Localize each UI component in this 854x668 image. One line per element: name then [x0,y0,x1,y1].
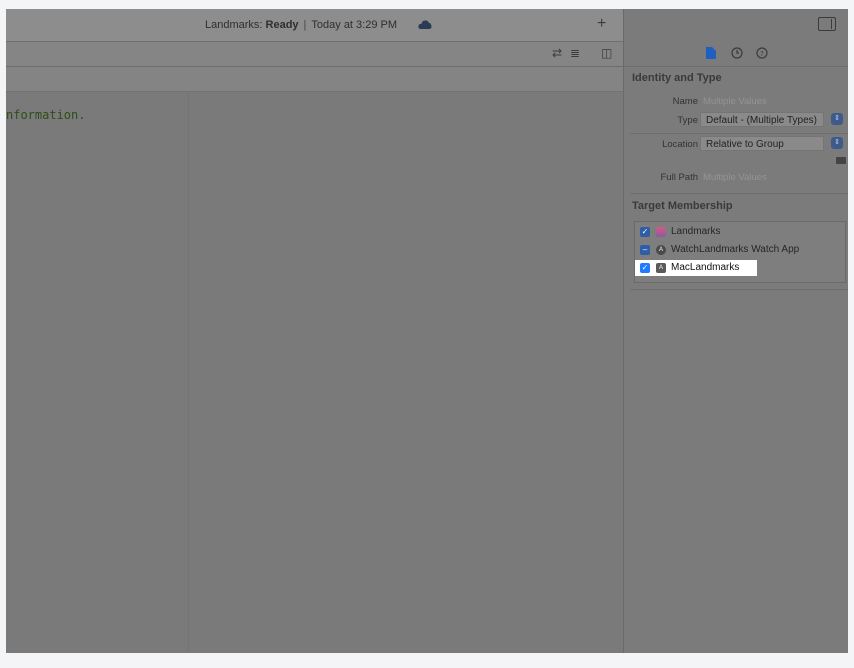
xcode-window: Landmarks: Ready | Today at 3:29 PM + ⇄ ≣ … [6,9,848,653]
status-separator: | [303,19,307,31]
membership-section-title: Target Membership [632,200,733,212]
editor-tab-bar: ⇄ ≣ ◫ [6,42,623,67]
watch-app-icon: A [656,245,666,255]
location-label: Location [662,139,698,150]
type-value: Default - (Multiple Types) [706,115,817,126]
target-label: MacLandmarks [671,262,740,273]
code-line[interactable]: nformation. [6,108,85,122]
status-state: Ready [265,19,299,31]
name-label: Name [672,96,698,107]
type-popup-arrows-icon[interactable]: ⇕ [831,113,843,125]
status-project: Landmarks: [204,19,263,31]
sidebar-toggle-icon[interactable] [818,17,836,31]
checkbox-watch[interactable]: – [640,245,650,255]
editor-divider [188,92,189,653]
source-editor[interactable]: nformation. [6,92,623,653]
inspector-panel: ? Identity and Type Name Multiple Values… [624,9,848,653]
divider [630,133,848,134]
activity-status: Landmarks: Ready | Today at 3:29 PM [6,9,596,41]
editor-options-icon[interactable]: ≣ [570,46,580,60]
checkbox-landmarks[interactable]: ✓ [640,227,650,237]
target-membership-list: ✓ Landmarks – A WatchLandmarks Watch App… [634,221,846,283]
inspector-toolbar [624,9,848,41]
related-items-icon[interactable]: ⇄ [552,46,562,60]
divider [630,193,848,194]
help-icon[interactable]: ? [756,47,768,59]
toolbar: Landmarks: Ready | Today at 3:29 PM + [6,9,623,42]
type-label: Type [677,115,698,126]
cloud-icon[interactable] [418,20,432,29]
location-popup[interactable]: Relative to Group [700,136,824,151]
target-label: WatchLandmarks Watch App [671,244,800,255]
mac-app-icon: A [656,263,666,273]
folder-icon[interactable] [836,157,846,164]
add-editor-icon[interactable]: ◫ [601,46,612,60]
identity-section-title: Identity and Type [632,72,722,84]
app-icon [656,227,666,237]
fullpath-label: Full Path [660,172,699,183]
location-popup-arrows-icon[interactable]: ⇕ [831,137,843,149]
target-row-landmarks[interactable]: ✓ Landmarks [635,224,845,240]
target-row-mac[interactable]: ✓ A MacLandmarks [635,260,757,276]
location-value: Relative to Group [706,139,784,150]
target-row-watch[interactable]: – A WatchLandmarks Watch App [635,242,845,258]
target-label: Landmarks [671,226,721,237]
name-field[interactable]: Multiple Values [703,96,767,107]
add-icon[interactable]: + [597,15,606,33]
clock-icon[interactable] [731,47,743,59]
inspector-tabs: ? [624,42,848,67]
checkbox-mac[interactable]: ✓ [640,263,650,273]
fullpath-value: Multiple Values [703,172,767,183]
status-time: Today at 3:29 PM [311,19,398,31]
type-popup[interactable]: Default - (Multiple Types) [700,112,824,127]
divider [630,289,848,290]
jump-bar[interactable] [6,67,623,92]
svg-text:?: ? [760,50,764,58]
file-icon[interactable] [706,47,716,59]
